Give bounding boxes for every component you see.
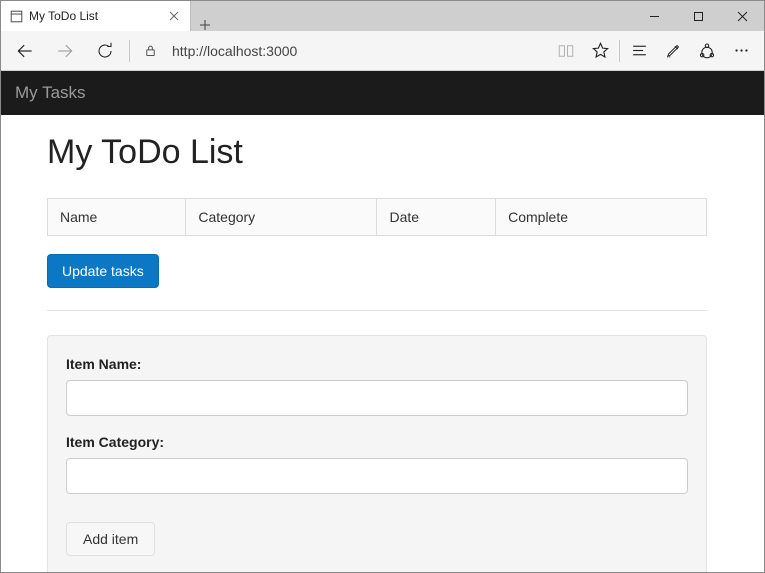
page-icon [9, 9, 23, 23]
more-icon[interactable] [724, 33, 758, 69]
tab-title: My ToDo List [29, 9, 160, 23]
toolbar-separator [129, 40, 130, 62]
share-icon[interactable] [690, 33, 724, 69]
col-name: Name [48, 199, 186, 236]
tab-close-button[interactable] [166, 8, 182, 24]
col-category: Category [186, 199, 377, 236]
table-header-row: Name Category Date Complete [48, 199, 707, 236]
add-item-button[interactable]: Add item [66, 522, 155, 556]
reading-view-icon[interactable] [549, 33, 583, 69]
back-button[interactable] [7, 33, 43, 69]
tab-strip: My ToDo List [1, 1, 632, 31]
browser-tab-active[interactable]: My ToDo List [1, 1, 191, 31]
page-title: My ToDo List [47, 133, 718, 172]
toolbar-right [549, 33, 758, 69]
item-name-input[interactable] [66, 380, 688, 416]
window-title-bar: My ToDo List [1, 1, 764, 31]
window-controls [632, 1, 764, 31]
add-item-panel: Item Name: Item Category: Add item [47, 335, 707, 572]
refresh-button[interactable] [87, 33, 123, 69]
divider [47, 310, 707, 311]
minimize-button[interactable] [632, 1, 676, 31]
url-text: http://localhost:3000 [172, 43, 297, 59]
forward-button[interactable] [47, 33, 83, 69]
close-window-button[interactable] [720, 1, 764, 31]
notes-icon[interactable] [656, 33, 690, 69]
new-tab-button[interactable] [191, 19, 219, 31]
item-category-input[interactable] [66, 458, 688, 494]
address-bar[interactable]: http://localhost:3000 [168, 43, 545, 59]
page-viewport: My Tasks My ToDo List Name Category Date… [1, 71, 764, 572]
update-tasks-button[interactable]: Update tasks [47, 254, 159, 288]
browser-toolbar: http://localhost:3000 [1, 31, 764, 71]
item-category-label: Item Category: [66, 434, 688, 450]
col-complete: Complete [496, 199, 707, 236]
app-navbar: My Tasks [1, 71, 764, 115]
col-date: Date [377, 199, 496, 236]
item-name-label: Item Name: [66, 356, 688, 372]
toolbar-separator-2 [619, 40, 620, 62]
lock-icon[interactable] [136, 33, 164, 69]
main-container: My ToDo List Name Category Date Complete… [1, 115, 764, 572]
favorite-star-icon[interactable] [583, 33, 617, 69]
maximize-button[interactable] [676, 1, 720, 31]
app-brand[interactable]: My Tasks [15, 83, 86, 102]
hub-icon[interactable] [622, 33, 656, 69]
tasks-table: Name Category Date Complete [47, 198, 707, 236]
